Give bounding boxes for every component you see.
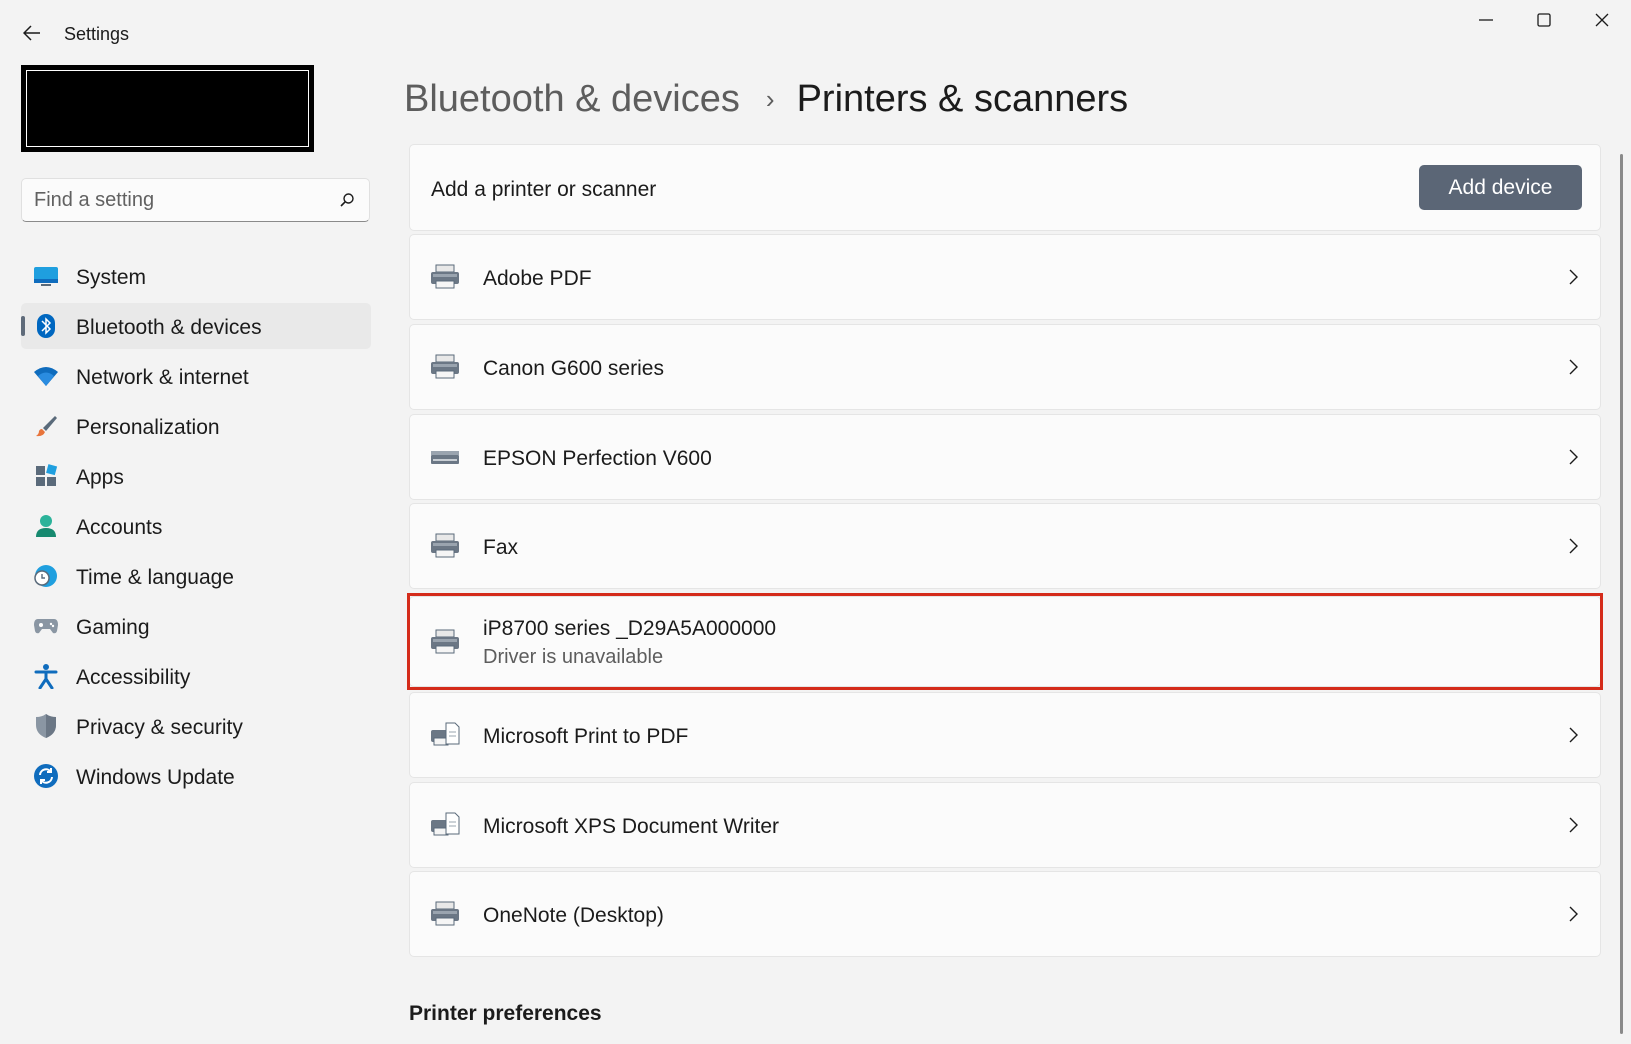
device-status: Driver is unavailable <box>483 646 664 668</box>
shield-icon <box>33 714 59 738</box>
sidebar-item-network[interactable]: Network & internet <box>21 353 371 399</box>
scrollbar[interactable] <box>1618 142 1626 1042</box>
sidebar-item-time-language[interactable]: Time & language <box>21 553 371 599</box>
chevron-right-icon <box>1569 906 1578 922</box>
user-profile-redacted[interactable] <box>21 65 314 152</box>
search-icon <box>340 193 354 207</box>
settings-window: Settings System Bluetooth & devices <box>0 0 1631 1044</box>
bluetooth-icon <box>33 314 59 338</box>
sidebar-item-personalization[interactable]: Personalization <box>21 403 371 449</box>
sync-icon <box>33 764 59 788</box>
monitor-icon <box>33 264 59 288</box>
sidebar-item-label: System <box>76 266 147 289</box>
device-item-ip8700[interactable]: iP8700 series _D29A5A000000 Driver is un… <box>409 596 1601 687</box>
sidebar-item-windows-update[interactable]: Windows Update <box>21 753 371 799</box>
device-name: OneNote (Desktop) <box>483 904 664 927</box>
printer-icon <box>431 264 459 289</box>
sidebar-item-gaming[interactable]: Gaming <box>21 603 371 649</box>
minimize-button[interactable] <box>1457 0 1514 40</box>
breadcrumb-separator: › <box>765 83 775 114</box>
accessibility-icon <box>33 664 59 689</box>
brush-icon <box>33 414 59 438</box>
maximize-button[interactable] <box>1515 0 1572 40</box>
device-item-microsoft-xps[interactable]: Microsoft XPS Document Writer <box>409 782 1601 868</box>
gamepad-icon <box>33 614 59 638</box>
device-item-adobe-pdf[interactable]: Adobe PDF <box>409 234 1601 320</box>
chevron-right-icon <box>1569 538 1578 554</box>
sidebar-item-accessibility[interactable]: Accessibility <box>21 653 371 699</box>
page-title: Printers & scanners <box>796 77 1129 120</box>
maximize-icon <box>1536 13 1551 27</box>
sidebar-nav: System Bluetooth & devices Network & int… <box>21 253 371 803</box>
back-arrow-icon <box>23 25 40 41</box>
device-item-canon-g600[interactable]: Canon G600 series <box>409 324 1601 410</box>
device-name: Adobe PDF <box>483 267 592 290</box>
sidebar-item-label: Windows Update <box>76 766 235 789</box>
device-name: EPSON Perfection V600 <box>483 447 712 470</box>
add-printer-card: Add a printer or scanner Add device <box>409 144 1601 231</box>
search-input[interactable] <box>34 179 324 221</box>
back-button[interactable] <box>16 18 48 48</box>
device-name: iP8700 series _D29A5A000000 <box>483 617 777 640</box>
sidebar-item-privacy-security[interactable]: Privacy & security <box>21 703 371 749</box>
device-name: Microsoft XPS Document Writer <box>483 815 780 838</box>
chevron-right-icon <box>1569 359 1578 375</box>
sidebar-item-label: Privacy & security <box>76 716 243 739</box>
device-item-microsoft-print-to-pdf[interactable]: Microsoft Print to PDF <box>409 692 1601 778</box>
sidebar-item-bluetooth-devices[interactable]: Bluetooth & devices <box>21 303 371 349</box>
add-device-button[interactable]: Add device <box>1419 165 1582 210</box>
chevron-right-icon <box>1569 727 1578 743</box>
sidebar-item-label: Gaming <box>76 616 150 639</box>
sidebar-item-label: Apps <box>76 466 124 489</box>
sidebar-item-accounts[interactable]: Accounts <box>21 503 371 549</box>
globe-clock-icon <box>33 564 59 588</box>
close-button[interactable] <box>1573 0 1630 40</box>
device-name: Canon G600 series <box>483 357 664 380</box>
scroll-thumb[interactable] <box>1620 154 1623 1034</box>
apps-icon <box>33 464 59 488</box>
device-item-onenote[interactable]: OneNote (Desktop) <box>409 871 1601 957</box>
device-item-epson-v600[interactable]: EPSON Perfection V600 <box>409 414 1601 500</box>
breadcrumb-parent[interactable]: Bluetooth & devices <box>404 78 740 121</box>
close-icon <box>1595 13 1608 27</box>
minimize-icon <box>1478 19 1493 21</box>
chevron-right-icon <box>1569 449 1578 465</box>
printer-icon <box>431 629 459 654</box>
add-printer-label: Add a printer or scanner <box>431 178 657 201</box>
sidebar-item-label: Accounts <box>76 516 163 539</box>
chevron-right-icon <box>1569 269 1578 285</box>
printer-icon <box>431 354 459 379</box>
wifi-icon <box>33 364 59 388</box>
search-box[interactable] <box>21 178 370 222</box>
title-bar: Settings <box>0 0 1631 64</box>
chevron-right-icon <box>1569 817 1578 833</box>
sidebar-item-label: Personalization <box>76 416 220 439</box>
device-item-fax[interactable]: Fax <box>409 503 1601 589</box>
printer-document-icon <box>431 722 460 746</box>
sidebar-item-apps[interactable]: Apps <box>21 453 371 499</box>
printer-document-icon <box>431 812 460 836</box>
printer-icon <box>431 533 459 558</box>
sidebar-item-label: Network & internet <box>76 366 249 389</box>
sidebar-item-label: Accessibility <box>76 666 191 689</box>
app-title: Settings <box>64 24 130 44</box>
scanner-icon <box>431 451 459 464</box>
printer-preferences-heading: Printer preferences <box>409 1002 602 1025</box>
person-icon <box>33 514 59 538</box>
sidebar-item-label: Time & language <box>76 566 234 589</box>
sidebar-item-label: Bluetooth & devices <box>76 316 262 339</box>
breadcrumb: Bluetooth & devices › Printers & scanner… <box>404 74 1128 124</box>
device-name: Microsoft Print to PDF <box>483 725 689 748</box>
device-name: Fax <box>483 536 519 559</box>
sidebar-item-system[interactable]: System <box>21 253 371 299</box>
printer-icon <box>431 901 459 926</box>
